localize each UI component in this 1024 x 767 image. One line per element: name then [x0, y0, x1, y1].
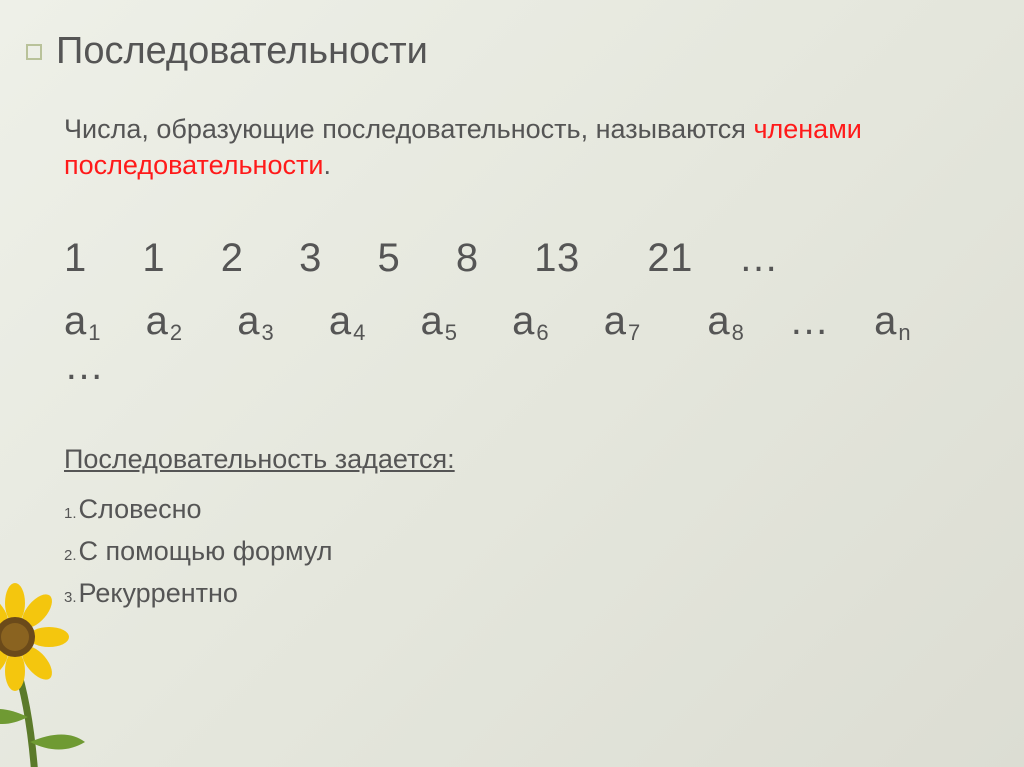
- list-item-text: С помощью формул: [79, 536, 333, 566]
- sequence-values-row: 1 1 2 3 5 8 13 21 …: [64, 236, 974, 281]
- seq-val: 3: [299, 236, 322, 281]
- list-number: 1.: [64, 505, 77, 522]
- definition-text: Числа, образующие последовательность, на…: [64, 111, 974, 184]
- seq-ellipsis: …: [789, 299, 829, 344]
- seq-val: 8: [456, 236, 479, 281]
- seq-ellipsis: …: [64, 344, 104, 389]
- seq-label: a6: [512, 299, 549, 344]
- sequence-labels-row: a1 a2 a3 a4 a5 a6 a7 a8 … an …: [64, 299, 974, 389]
- title-row: Последовательности: [0, 30, 1024, 73]
- seq-label: a7: [604, 299, 641, 344]
- seq-val: 21: [647, 236, 693, 281]
- methods-list: 1.Словесно 2.С помощью формул 3.Рекуррен…: [64, 489, 974, 615]
- seq-label: a3: [237, 299, 274, 344]
- seq-val: 2: [221, 236, 244, 281]
- definition-part2: .: [323, 150, 331, 180]
- list-number: 3.: [64, 589, 77, 606]
- seq-label: a4: [329, 299, 366, 344]
- slide-title: Последовательности: [56, 30, 428, 73]
- list-item: 3.Рекуррентно: [64, 573, 974, 615]
- seq-val: 13: [534, 236, 580, 281]
- seq-label: an: [874, 299, 911, 344]
- definition-part1: Числа, образующие последовательность, на…: [64, 114, 753, 144]
- list-item-text: Рекуррентно: [79, 578, 238, 608]
- bullet-square-icon: [26, 44, 42, 60]
- slide: Последовательности Числа, образующие пос…: [0, 0, 1024, 767]
- list-number: 2.: [64, 547, 77, 564]
- seq-ellipsis: …: [739, 236, 780, 281]
- list-item: 2.С помощью формул: [64, 531, 974, 573]
- seq-label: a5: [421, 299, 458, 344]
- methods-title: Последовательность задается:: [64, 444, 974, 475]
- seq-label: a8: [707, 299, 744, 344]
- seq-val: 5: [378, 236, 401, 281]
- seq-val: 1: [64, 236, 87, 281]
- list-item: 1.Словесно: [64, 489, 974, 531]
- list-item-text: Словесно: [79, 494, 202, 524]
- seq-label: a1: [64, 299, 101, 344]
- content-area: Числа, образующие последовательность, на…: [0, 111, 1024, 614]
- seq-val: 1: [142, 236, 165, 281]
- seq-label: a2: [146, 299, 183, 344]
